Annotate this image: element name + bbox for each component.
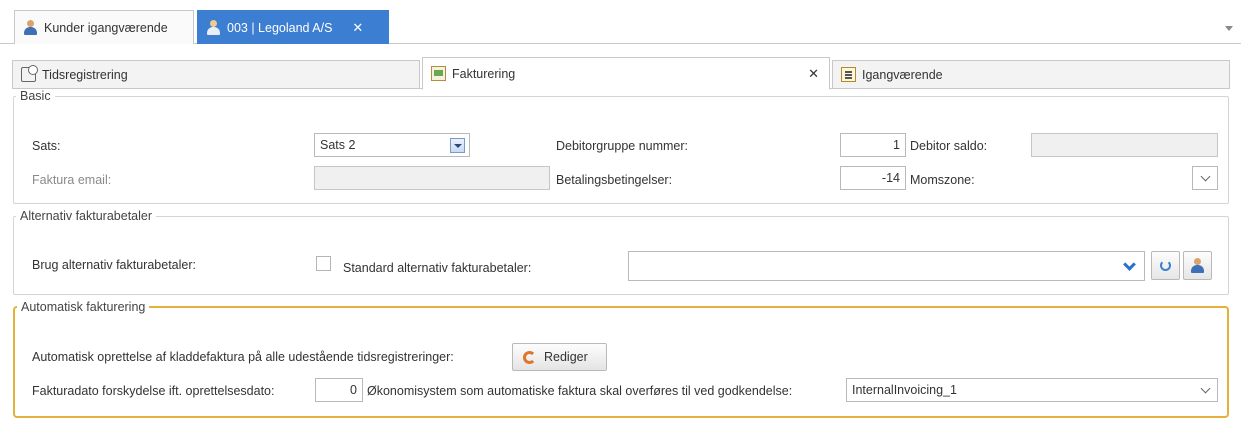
pending-list-icon [841,67,856,82]
tab-tidsregistrering[interactable]: Tidsregistrering [12,60,420,89]
betalingsbetingelser-label: Betalingsbetingelser: [556,173,673,187]
clock-calendar-icon [21,65,38,82]
momszone-label: Momszone: [910,173,975,187]
tab-igangvaerende[interactable]: Igangværende [832,60,1230,89]
momszone-dropdown[interactable] [1192,166,1218,190]
brug-alternativ-checkbox[interactable] [316,256,331,271]
refresh-icon [523,350,536,364]
alt-legend: Alternativ fakturabetaler [20,209,153,223]
chevron-down-icon [1200,383,1211,394]
tab-label: Fakturering [452,66,516,81]
tab-fakturering[interactable]: Fakturering ✕ [422,57,830,90]
debitorgruppe-value: 1 [893,138,900,152]
okonomisystem-dropdown[interactable]: InternalInvoicing_1 [846,378,1218,402]
tab-list-dropdown-icon[interactable] [1225,26,1233,31]
standard-alternativ-combobox[interactable] [628,251,1145,281]
forskydelse-label: Fakturadato forskydelse ift. oprettelses… [32,384,275,398]
document-tab-strip: Kunder igangværende 003 | Legoland A/S ✕ [0,8,1241,44]
standard-alternativ-label: Standard alternativ fakturabetaler: [343,261,532,275]
debitor-saldo-field [1031,133,1218,157]
forskydelse-value: 0 [350,383,357,397]
sats-label: Sats: [32,139,61,153]
debitorgruppe-label: Debitorgruppe nummer: [556,139,689,153]
rediger-label: Rediger [544,350,588,364]
close-icon[interactable]: ✕ [352,20,363,36]
faktura-email-field [314,166,550,190]
person-icon [206,20,221,35]
automatisk-oprettelse-label: Automatisk oprettelse af kladdefaktura p… [32,350,454,364]
brug-alternativ-label: Brug alternativ fakturabetaler: [32,258,196,272]
forskydelse-field[interactable]: 0 [315,378,363,402]
person-icon [1190,258,1205,273]
rediger-button[interactable]: Rediger [512,343,607,371]
sats-select[interactable]: Sats 2 [314,133,470,157]
debitorgruppe-field[interactable]: 1 [840,133,906,157]
betalingsbetingelser-field[interactable]: -14 [840,166,906,190]
okonomisystem-value: InternalInvoicing_1 [852,383,957,397]
auto-legend: Automatisk fakturering [21,300,146,314]
sats-value: Sats 2 [320,138,356,152]
chevron-down-icon[interactable] [1123,258,1136,271]
tab-legoland[interactable]: 003 | Legoland A/S ✕ [197,10,389,44]
refresh-button[interactable] [1151,251,1180,280]
dropdown-arrow-icon[interactable] [450,138,465,153]
customer-lookup-button[interactable] [1183,251,1212,280]
tab-kunder-igangvaerende[interactable]: Kunder igangværende [14,10,194,44]
person-icon [23,20,38,35]
sub-tab-strip: Tidsregistrering Fakturering ✕ Igangvære… [12,57,1230,90]
tab-label: Kunder igangværende [44,20,168,35]
tab-label: Tidsregistrering [42,67,128,82]
tab-label: Igangværende [862,67,943,82]
close-icon[interactable]: ✕ [808,66,819,82]
basic-legend: Basic [20,89,51,103]
tab-label: 003 | Legoland A/S [227,20,333,35]
debitor-saldo-label: Debitor saldo: [910,139,988,153]
betalingsbetingelser-value: -14 [881,171,900,185]
chevron-down-icon [1200,171,1211,182]
invoice-icon [431,66,446,81]
refresh-icon [1160,260,1171,271]
okonomisystem-label: Økonomisystem som automatiske faktura sk… [367,384,793,398]
faktura-email-label: Faktura email: [32,173,112,187]
